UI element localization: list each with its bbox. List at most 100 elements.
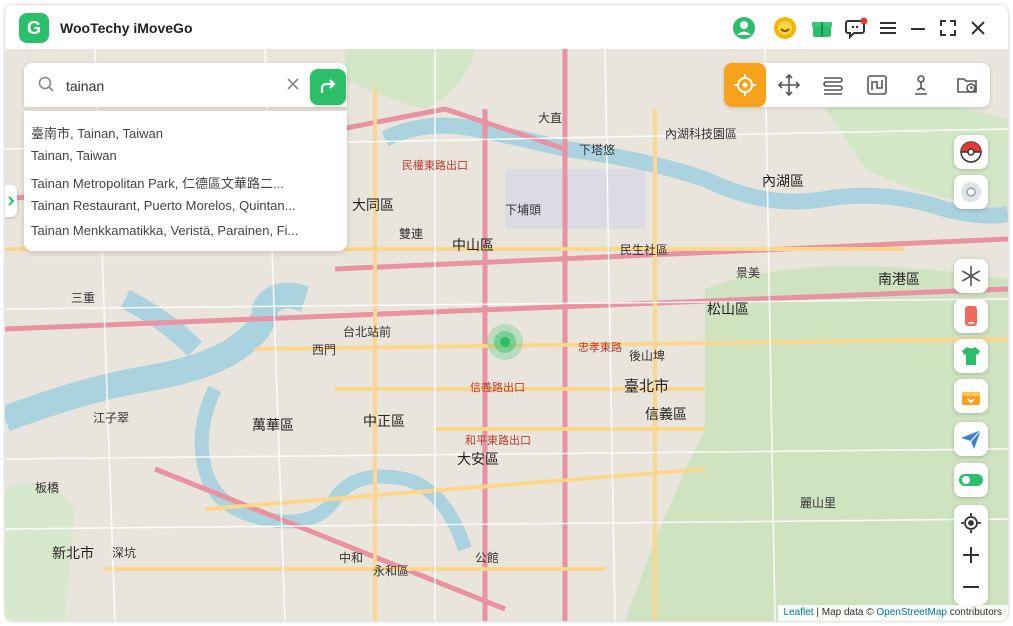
pokemon-go-button[interactable] bbox=[954, 175, 988, 209]
map-label: 下埔頭 bbox=[505, 203, 542, 217]
suggestion-item[interactable]: Tainan Restaurant, Puerto Morelos, Quint… bbox=[31, 198, 311, 213]
map-label: 內湖區 bbox=[762, 173, 804, 189]
user-icon[interactable] bbox=[731, 15, 757, 41]
search-panel bbox=[24, 63, 347, 107]
map-attribution: Leaflet | Map data © OpenStreetMap contr… bbox=[777, 605, 1008, 621]
suggestion-item[interactable]: Tainan, Taiwan bbox=[31, 148, 311, 163]
pokeball-icon bbox=[960, 141, 982, 163]
teleport-mode-button[interactable] bbox=[724, 63, 766, 107]
map-label: 中和 bbox=[339, 551, 364, 565]
locate-icon bbox=[961, 513, 981, 533]
map-label: 民生社區 bbox=[620, 243, 669, 257]
map-label: 景美 bbox=[736, 266, 761, 280]
route-arrow-icon bbox=[320, 79, 336, 93]
map-label: 南港區 bbox=[878, 271, 920, 287]
gift-icon[interactable] bbox=[809, 15, 835, 41]
gift-box-icon bbox=[962, 392, 980, 405]
map-label: 永和區 bbox=[373, 564, 410, 578]
crosshair-icon bbox=[734, 74, 756, 96]
pokemon-go-icon bbox=[961, 182, 981, 202]
search-suggestions: 臺南市, Tainan, Taiwan Tainan, Taiwan Taina… bbox=[24, 111, 347, 251]
map-label: 信義路出口 bbox=[470, 382, 525, 394]
map-label: 下塔悠 bbox=[579, 143, 616, 157]
minimize-icon[interactable] bbox=[905, 15, 931, 41]
pokeball-button[interactable] bbox=[954, 135, 988, 169]
map-label: 中正區 bbox=[363, 413, 405, 429]
map-label: 臺北市 bbox=[624, 378, 670, 395]
map-label: 深坑 bbox=[112, 546, 137, 560]
menu-icon[interactable] bbox=[875, 15, 901, 41]
map-label: 松山區 bbox=[707, 301, 749, 317]
map-label: 大直 bbox=[538, 111, 563, 125]
route-lines-icon bbox=[823, 77, 843, 95]
map-label: 板橋 bbox=[35, 481, 60, 495]
send-icon bbox=[961, 429, 982, 449]
app-window: G WooTechy iMoveGo 大同區 中山區 民生社區 松山區 內湖區 … bbox=[5, 5, 1008, 621]
joystick-mode-button[interactable] bbox=[768, 63, 810, 107]
mode-toolbar bbox=[724, 63, 990, 107]
clear-icon[interactable] bbox=[286, 77, 300, 96]
reward-button[interactable] bbox=[954, 379, 988, 413]
app-logo: G bbox=[19, 13, 49, 43]
map-label: 麗山里 bbox=[800, 496, 837, 510]
map-view[interactable]: 大同區 中山區 民生社區 松山區 內湖區 南港區 信義區 臺北市 大安區 中正區… bbox=[5, 49, 1008, 621]
map-label: 雙連 bbox=[399, 227, 424, 241]
jump-teleport-icon bbox=[915, 75, 927, 95]
history-button[interactable] bbox=[946, 63, 988, 107]
coin-icon[interactable] bbox=[772, 15, 798, 41]
leaflet-link[interactable]: Leaflet bbox=[784, 607, 814, 618]
map-label: 信義區 bbox=[645, 406, 687, 422]
map-label: 後山埤 bbox=[629, 349, 666, 363]
two-spot-mode-button[interactable] bbox=[812, 63, 854, 107]
map-label: 中山區 bbox=[452, 237, 494, 253]
map-label: 忠孝東路 bbox=[578, 342, 622, 354]
go-button[interactable] bbox=[310, 69, 346, 105]
map-label: 新北市 bbox=[52, 545, 94, 561]
suggestion-item[interactable]: Tainan Metropolitan Park, 仁德區文華路二... bbox=[31, 173, 311, 192]
suggestion-item[interactable]: 臺南市, Tainan, Taiwan bbox=[31, 123, 311, 142]
map-label: 三重 bbox=[71, 291, 96, 305]
fullscreen-icon[interactable] bbox=[935, 15, 961, 41]
phone-icon bbox=[965, 306, 977, 326]
multi-spot-mode-button[interactable] bbox=[856, 63, 898, 107]
title-bar: G WooTechy iMoveGo bbox=[5, 5, 1008, 49]
cooldown-button[interactable] bbox=[954, 259, 988, 293]
map-label: 大安區 bbox=[457, 451, 499, 467]
minus-icon bbox=[963, 586, 979, 588]
map-label: 和平東路出口 bbox=[465, 435, 531, 447]
map-label: 台北站前 bbox=[343, 325, 392, 339]
share-location-button[interactable] bbox=[954, 422, 988, 456]
search-input[interactable] bbox=[64, 73, 288, 99]
map-label: 江子翠 bbox=[93, 411, 130, 425]
map-label: 內湖科技園區 bbox=[665, 127, 738, 141]
toggle-icon bbox=[959, 474, 983, 486]
zoom-panel bbox=[954, 505, 988, 605]
search-icon bbox=[38, 76, 54, 97]
plus-icon bbox=[963, 547, 979, 563]
jump-mode-button[interactable] bbox=[900, 63, 942, 107]
locate-button[interactable] bbox=[954, 507, 988, 539]
toggle-button[interactable] bbox=[954, 463, 988, 497]
history-folder-icon bbox=[957, 78, 977, 93]
shirt-icon bbox=[962, 347, 980, 365]
device-button[interactable] bbox=[954, 299, 988, 333]
outfit-button[interactable] bbox=[954, 339, 988, 373]
map-label: 萬華區 bbox=[252, 417, 294, 433]
map-label: 公館 bbox=[475, 551, 500, 565]
app-title: WooTechy iMoveGo bbox=[60, 20, 193, 36]
map-label: 大同區 bbox=[352, 197, 394, 213]
osm-link[interactable]: OpenStreetMap bbox=[876, 607, 947, 618]
attribution-sep: | Map data © bbox=[813, 607, 877, 618]
zoom-in-button[interactable] bbox=[954, 539, 988, 571]
chat-icon[interactable] bbox=[843, 15, 869, 41]
suggestion-item[interactable]: Tainan Menkkamatikka, Veristä, Parainen,… bbox=[31, 223, 311, 238]
attribution-contrib: contributors bbox=[946, 607, 1002, 618]
close-icon[interactable] bbox=[965, 15, 991, 41]
multi-route-icon bbox=[867, 75, 887, 95]
move-arrows-icon bbox=[777, 73, 801, 97]
zoom-out-button[interactable] bbox=[954, 571, 988, 603]
map-label: 西門 bbox=[312, 343, 337, 357]
expand-panel-tab[interactable] bbox=[5, 185, 17, 217]
map-label: 民權東路出口 bbox=[402, 160, 468, 172]
snowflake-icon bbox=[961, 266, 981, 286]
